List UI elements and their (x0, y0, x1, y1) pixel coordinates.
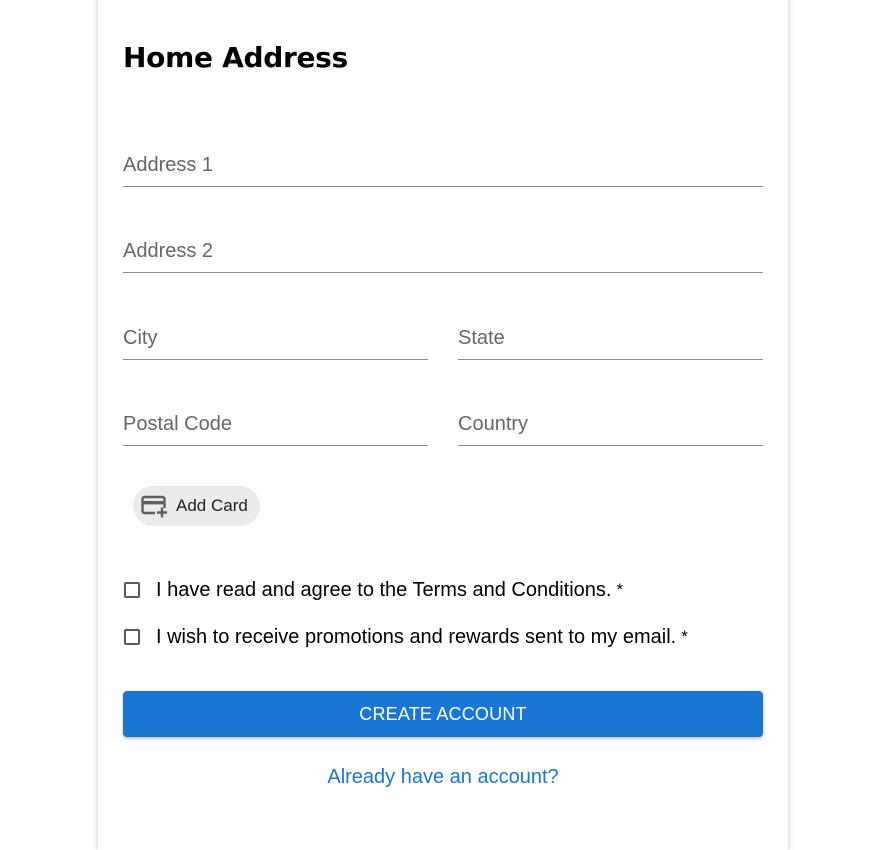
section-title: Home Address (123, 41, 348, 74)
add-card-label: Add Card (176, 496, 248, 515)
terms-checkbox-row: I have read and agree to the Terms and C… (123, 578, 623, 602)
city-label: City (123, 327, 158, 349)
address1-label: Address 1 (123, 154, 214, 176)
signin-link[interactable]: Already have an account? (123, 764, 763, 790)
address2-label: Address 2 (123, 240, 214, 262)
country-field[interactable]: Country (458, 402, 763, 446)
country-label: Country (458, 413, 529, 435)
create-account-button[interactable]: CREATE ACCOUNT (123, 691, 763, 737)
address1-field[interactable]: Address 1 (123, 143, 763, 187)
postal-code-label: Postal Code (123, 413, 232, 435)
credit-card-plus-icon (141, 494, 169, 518)
terms-checkbox-label: I have read and agree to the Terms and C… (156, 579, 612, 601)
promotions-checkbox-row: I wish to receive promotions and rewards… (123, 625, 688, 649)
address2-field[interactable]: Address 2 (123, 229, 763, 273)
promotions-required-mark: * (681, 627, 688, 646)
postal-code-field[interactable]: Postal Code (123, 402, 428, 446)
terms-checkbox[interactable] (124, 582, 140, 598)
add-card-button[interactable]: Add Card (133, 486, 260, 526)
terms-required-mark: * (616, 580, 624, 599)
state-field[interactable]: State (458, 316, 763, 360)
city-field[interactable]: City (123, 316, 428, 360)
promotions-checkbox[interactable] (124, 629, 140, 645)
state-label: State (458, 327, 505, 349)
promotions-checkbox-label: I wish to receive promotions and rewards… (156, 626, 677, 648)
